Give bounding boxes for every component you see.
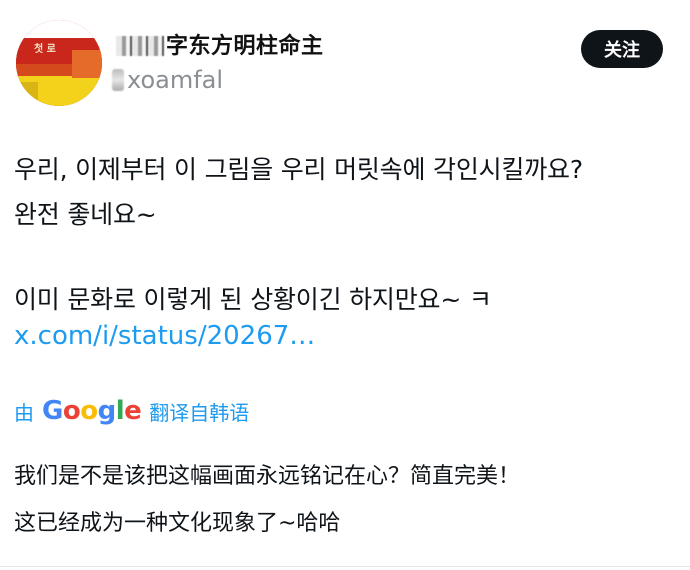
display-name-text: 东方明柱命主 — [188, 34, 324, 59]
handle-obscured-part — [112, 69, 124, 91]
tweet-text-line: 완전 좋네요~ — [14, 200, 157, 229]
avatar-pixel — [16, 82, 38, 106]
user-handle[interactable]: xoamfal — [112, 66, 223, 94]
avatar-text: 첫 로 — [34, 44, 56, 55]
tweet-text-line: 이미 문화로 이렇게 된 상황이긴 하지만요~ ㅋ — [14, 285, 492, 314]
translated-suffix: 翻译自韩语 — [149, 400, 250, 425]
status-link[interactable]: x.com/i/status/20267… — [14, 321, 315, 351]
avatar[interactable]: 첫 로 — [16, 20, 102, 106]
translated-text-line: 这已经成为一种文化现象了~哈哈 — [14, 511, 341, 536]
translated-text-line: 我们是不是该把这幅画面永远铭记在心？简直完美！ — [14, 464, 521, 489]
follow-button[interactable]: 关注 — [581, 30, 663, 68]
translated-by-google[interactable]: 由 Google 翻译自韩语 — [14, 396, 249, 426]
avatar-pixel — [72, 50, 102, 78]
display-name[interactable]: 字东方明柱命主 — [116, 28, 324, 60]
display-name-partial: 字 — [166, 34, 189, 59]
tweet-text-line: 우리, 이제부터 이 그림을 우리 머릿속에 각인시킬까요? — [14, 155, 583, 184]
handle-text: xoamfal — [127, 66, 224, 94]
divider — [0, 566, 690, 567]
tweet-card: 첫 로 字东方明柱命主 xoamfal 关注 우리, 이제부터 이 그림을 우리… — [0, 0, 690, 570]
name-obscured-part — [116, 36, 164, 56]
google-logo: Google — [42, 396, 142, 426]
translated-prefix: 由 — [14, 400, 34, 425]
